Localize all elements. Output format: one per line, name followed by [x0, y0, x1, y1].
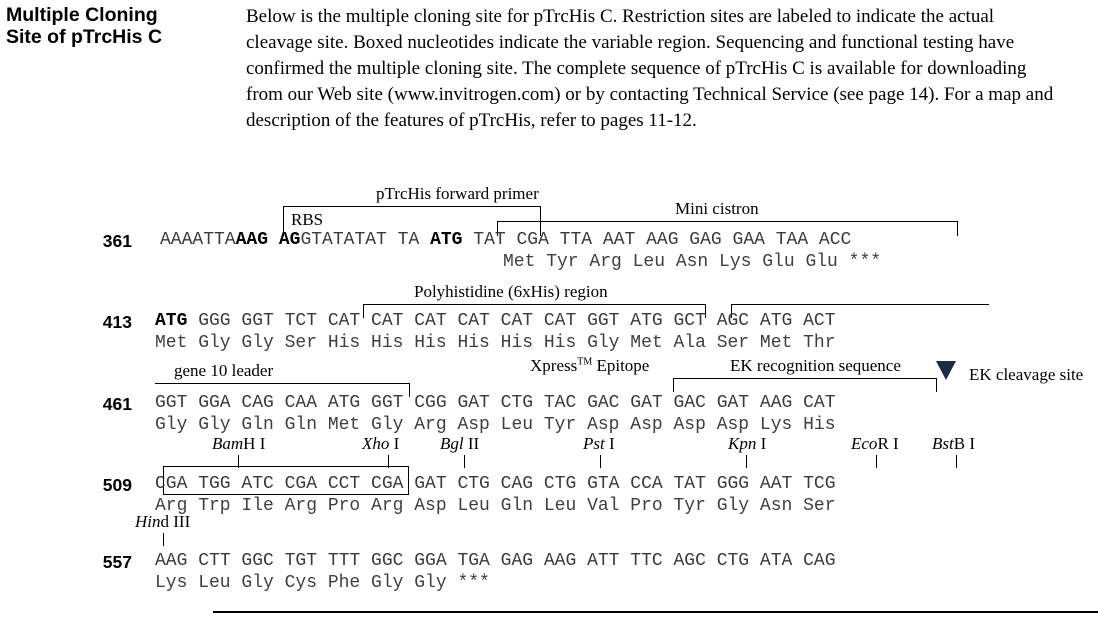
- hindiii-roman: d III: [160, 512, 191, 531]
- nt-tail: TAT CGA TTA AAT AAG GAG GAA TAA ACC: [462, 230, 852, 250]
- bstbi-italic: Bst: [932, 434, 954, 453]
- mcs-figure-page: Multiple Cloning Site of pTrcHis C Below…: [0, 0, 1098, 621]
- label-restriction-bglii: Bgl II: [440, 434, 479, 454]
- label-restriction-bamhi: BamH I: [212, 434, 265, 454]
- label-restriction-psti: Pst I: [583, 434, 615, 454]
- ecori-roman: R I: [877, 434, 899, 453]
- nt-plain: AAAATTA: [160, 230, 236, 250]
- bracket-mini-cistron-right: [957, 221, 958, 236]
- intro-paragraph: Below is the multiple cloning site for p…: [246, 6, 1054, 131]
- label-ek-recognition: EK recognition sequence: [730, 356, 901, 375]
- nt-mid: GTATATAT TA: [300, 230, 431, 250]
- bglii-italic: Bgl: [440, 434, 464, 453]
- label-restriction-bstbi: BstB I: [932, 434, 975, 454]
- label-gene10-leader: gene 10 leader: [174, 361, 274, 380]
- xpress-pre: Xpress: [530, 356, 578, 375]
- label-polyhistidine: Polyhistidine (6xHis) region: [414, 282, 608, 301]
- label-rbs: RBS: [291, 210, 324, 229]
- bracket-forward-primer-top: [283, 206, 541, 207]
- tick-ecori: [876, 455, 877, 468]
- row-557-nucleotides: AAG CTT GGC TGT TTT GGC GGA TGA GAG AAG …: [155, 551, 836, 571]
- bracket-mini-cistron-top: [497, 221, 958, 222]
- sequence-diagram: pTrcHis forward primer RBS Mini cistron …: [0, 178, 1098, 598]
- bamhi-italic: Bam: [212, 434, 244, 453]
- bracket-xpress-row413-top: [731, 304, 989, 305]
- footer-divider: [213, 611, 1098, 613]
- page-title-line1: Multiple Cloning: [6, 4, 158, 26]
- tick-hindiii: [163, 533, 164, 546]
- bglii-roman: II: [463, 434, 480, 453]
- bracket-ek-recognition-right: [936, 378, 937, 392]
- xhoi-roman: I: [389, 434, 400, 453]
- tick-bglii: [464, 455, 465, 468]
- ecori-italic: Eco: [851, 434, 878, 453]
- xpress-post: Epitope: [592, 356, 650, 375]
- tick-psti: [600, 455, 601, 468]
- row-number-461: 461: [102, 394, 132, 414]
- bracket-ek-recognition-top: [673, 378, 937, 379]
- row-509-nucleotides: CGA TGG ATC CGA CCT CGA GAT CTG CAG CTG …: [155, 474, 836, 494]
- row-509-aminoacids: Arg Trp Ile Arg Pro Arg Asp Leu Gln Leu …: [155, 496, 836, 516]
- label-restriction-ecori: EcoR I: [851, 434, 899, 454]
- psti-italic: Pst: [583, 434, 605, 453]
- bracket-gene10-top: [155, 383, 410, 384]
- xpress-tm: TM: [577, 356, 593, 368]
- row-361-aminoacids: Met Tyr Arg Leu Asn Lys Glu Glu ***: [503, 252, 882, 272]
- ek-cleavage-triangle-icon: [936, 361, 956, 380]
- label-forward-primer: pTrcHis forward primer: [376, 184, 539, 203]
- label-restriction-xhoi: Xho I: [362, 434, 399, 454]
- row-413-aminoacids: Met Gly Gly Ser His His His His His His …: [155, 333, 836, 353]
- tick-kpni: [746, 455, 747, 468]
- row-557-aminoacids: Lys Leu Gly Cys Phe Gly Gly ***: [155, 573, 501, 593]
- row-413-nucleotides: ATG GGG GGT TCT CAT CAT CAT CAT CAT CAT …: [155, 311, 836, 331]
- label-restriction-kpni: Kpn I: [728, 434, 766, 454]
- row-number-413: 413: [102, 312, 132, 332]
- label-ek-cleavage-site: EK cleavage site: [969, 365, 1084, 384]
- label-xpress-epitope: XpressTM Epitope: [530, 356, 649, 376]
- kpni-italic: Kpn: [728, 434, 757, 453]
- hindiii-italic: Hin: [135, 512, 161, 531]
- row-361-nucleotides: AAAATTAAAG AGGTATATAT TA ATG TAT CGA TTA…: [160, 230, 851, 250]
- kpni-roman: I: [756, 434, 767, 453]
- row-number-361: 361: [102, 231, 132, 251]
- psti-roman: I: [604, 434, 615, 453]
- row-number-557: 557: [102, 552, 132, 572]
- tick-bstbi: [956, 455, 957, 468]
- bracket-polyhistidine-top: [363, 304, 706, 305]
- page-title-line2: Site of pTrcHis C: [6, 26, 163, 48]
- row-461-aminoacids: Gly Gly Gln Gln Met Gly Arg Asp Leu Tyr …: [155, 415, 836, 435]
- page-title: Multiple Cloning Site of pTrcHis C: [6, 4, 236, 48]
- xhoi-italic: Xho: [362, 434, 390, 453]
- bamhi-roman: H I: [243, 434, 266, 453]
- nt-bold-atg-413: ATG: [155, 311, 188, 331]
- label-restriction-hindiii: Hind III: [135, 512, 190, 532]
- nt-bold-rbs: AAG AG: [235, 230, 301, 250]
- label-mini-cistron: Mini cistron: [675, 199, 759, 218]
- row-number-509: 509: [102, 475, 132, 495]
- nt-bold-atg: ATG: [430, 230, 463, 250]
- bracket-ek-recognition-left: [673, 378, 674, 392]
- row-461-nucleotides: GGT GGA CAG CAA ATG GGT CGG GAT CTG TAC …: [155, 393, 836, 413]
- bstbi-roman: B I: [953, 434, 975, 453]
- nt-tail-413: GGG GGT TCT CAT CAT CAT CAT CAT CAT GGT …: [187, 311, 836, 331]
